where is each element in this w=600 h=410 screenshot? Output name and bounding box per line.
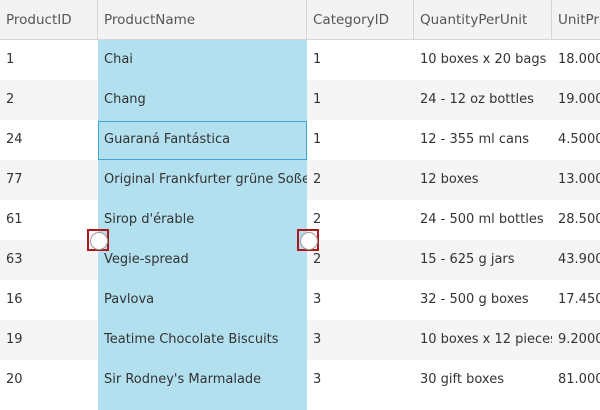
cell-productname[interactable]: Original Frankfurter grüne Soße [98,160,307,200]
handle-knob-right-icon [300,232,318,250]
cell-quantityperunit[interactable]: 10 boxes x 20 bags [414,40,552,80]
selection-handle-right[interactable] [297,229,319,251]
cell-categoryid[interactable]: 2 [307,200,414,240]
cell-categoryid[interactable]: 3 [307,360,414,400]
cell-unitprice[interactable]: 19.000 [552,80,600,120]
cell-quantityperunit[interactable]: 32 - 500 g boxes [414,280,552,320]
cell-quantityperunit[interactable]: 24 - 500 ml bottles [414,200,552,240]
cell-productid[interactable]: 1 [0,40,98,80]
cell-productid[interactable]: 77 [0,160,98,200]
cell-quantityperunit[interactable]: 12 - 355 ml cans [414,120,552,160]
cell-productid[interactable]: 16 [0,280,98,320]
cell-unitprice[interactable]: 4.5000 [552,120,600,160]
cell-productid[interactable]: 19 [0,320,98,360]
cell-unitprice[interactable]: 81.000 [552,360,600,400]
cell-quantityperunit[interactable]: 10 boxes x 12 pieces [414,320,552,360]
handle-knob-left-icon [90,232,108,250]
cell-productname[interactable]: Sirop d'érable [98,200,307,240]
grid-header: ProductID ProductName CategoryID Quantit… [0,0,600,40]
cell-unitprice[interactable]: 18.000 [552,40,600,80]
current-cell-focus [98,121,307,160]
cell-productid[interactable]: 2 [0,80,98,120]
cell-unitprice[interactable]: 13.000 [552,160,600,200]
column-header-unitprice[interactable]: UnitPr [552,0,600,40]
cell-productid[interactable]: 20 [0,360,98,400]
cell-categoryid[interactable]: 2 [307,240,414,280]
cell-categoryid[interactable]: 3 [307,280,414,320]
cell-categoryid[interactable]: 2 [307,160,414,200]
cell-quantityperunit[interactable]: 15 - 625 g jars [414,240,552,280]
cell-productname[interactable]: Sir Rodney's Marmalade [98,360,307,400]
column-header-categoryid[interactable]: CategoryID [307,0,414,40]
cell-productname[interactable]: Pavlova [98,280,307,320]
cell-categoryid[interactable]: 3 [307,320,414,360]
selection-handle-left[interactable] [87,229,109,251]
cell-productid[interactable]: 63 [0,240,98,280]
column-header-productname[interactable]: ProductName [98,0,307,40]
cell-categoryid[interactable]: 1 [307,40,414,80]
cell-unitprice[interactable]: 43.900 [552,240,600,280]
cell-productname[interactable]: Teatime Chocolate Biscuits [98,320,307,360]
cell-productid[interactable]: 61 [0,200,98,240]
cell-unitprice[interactable]: 17.450 [552,280,600,320]
data-grid: ProductID ProductName CategoryID Quantit… [0,0,600,410]
cell-unitprice[interactable]: 9.2000 [552,320,600,360]
cell-productname[interactable]: Vegie-spread [98,240,307,280]
cell-productid[interactable]: 24 [0,120,98,160]
cell-quantityperunit[interactable]: 24 - 12 oz bottles [414,80,552,120]
column-header-quantityperunit[interactable]: QuantityPerUnit [414,0,552,40]
cell-categoryid[interactable]: 1 [307,120,414,160]
column-header-productid[interactable]: ProductID [0,0,98,40]
cell-quantityperunit[interactable]: 12 boxes [414,160,552,200]
cell-unitprice[interactable]: 28.500 [552,200,600,240]
cell-productname[interactable]: Chang [98,80,307,120]
cell-productname[interactable]: Chai [98,40,307,80]
cell-categoryid[interactable]: 1 [307,80,414,120]
cell-quantityperunit[interactable]: 30 gift boxes [414,360,552,400]
